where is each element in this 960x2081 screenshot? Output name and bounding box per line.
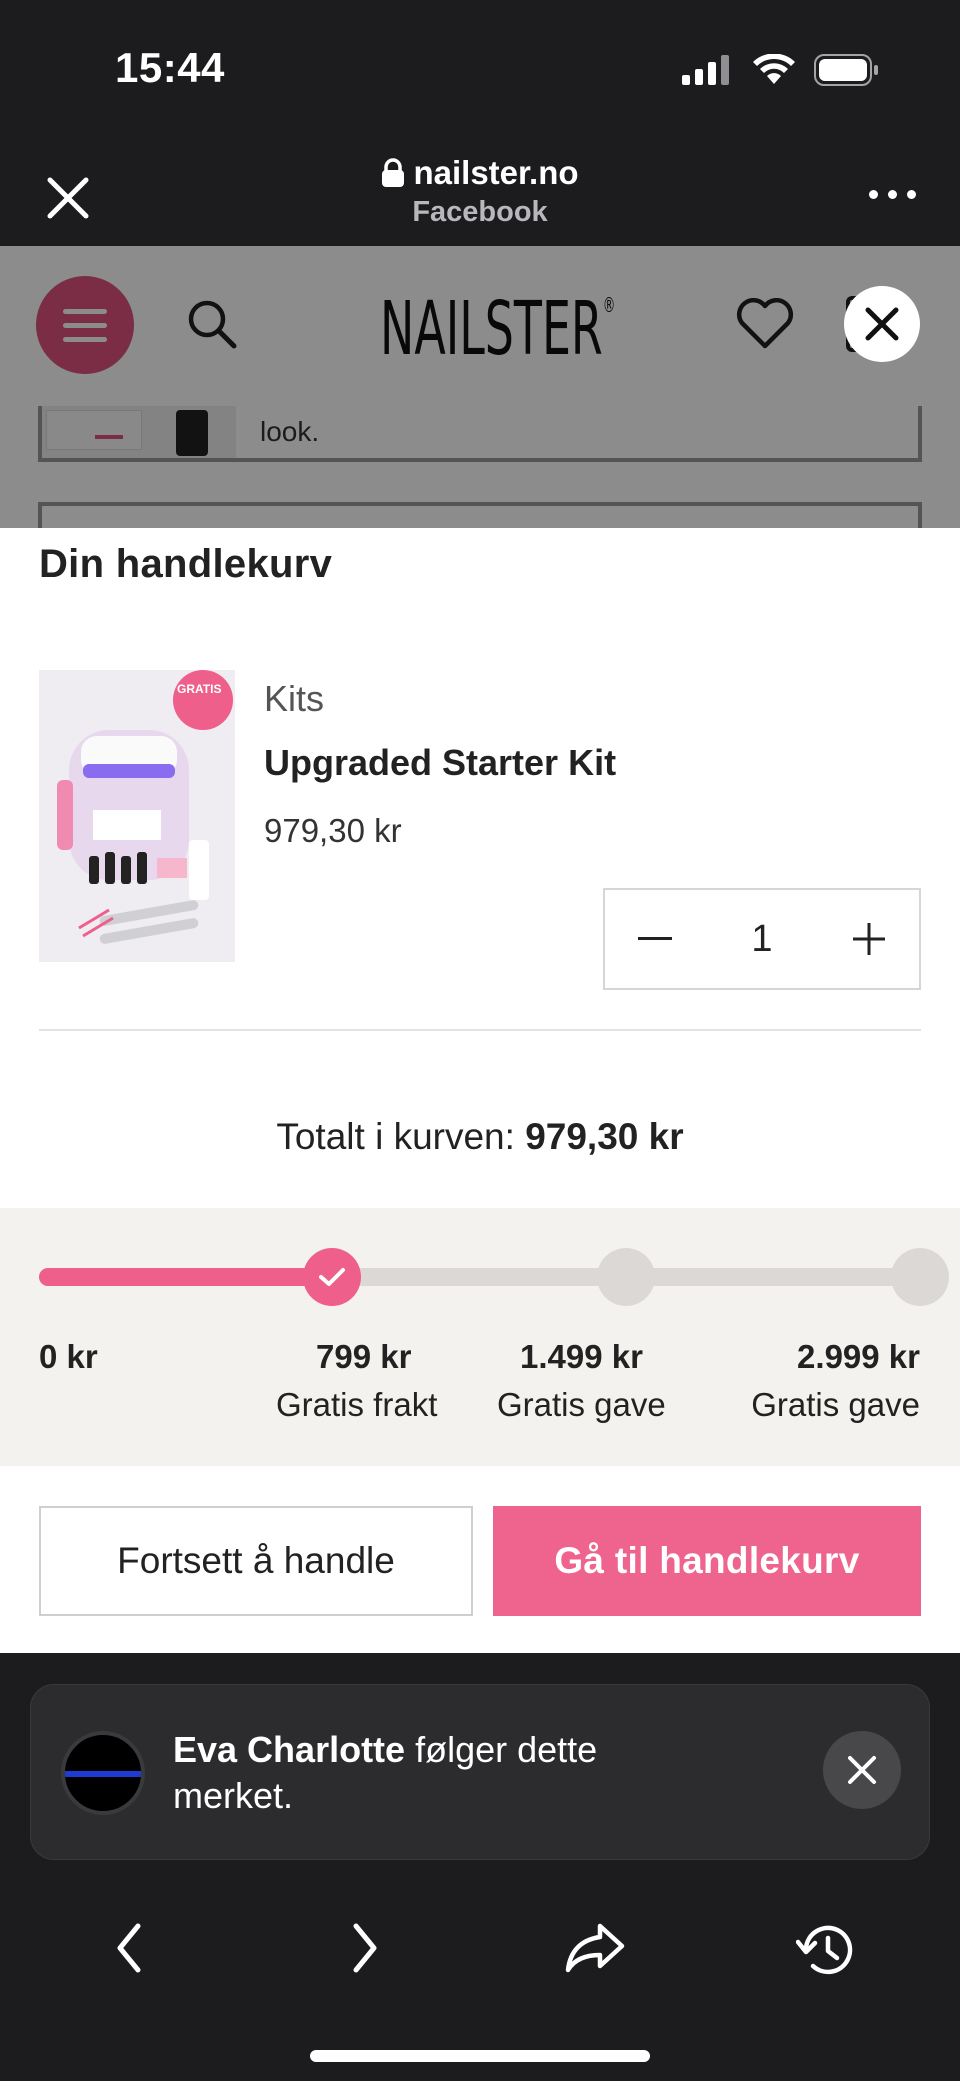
continue-shopping-button[interactable]: Fortsett å handle [39, 1506, 473, 1616]
follow-toast: Eva Charlotte følger dette merket. [30, 1684, 930, 1860]
increase-quantity-button[interactable] [819, 890, 919, 988]
go-to-cart-button[interactable]: Gå til handlekurv [493, 1506, 921, 1616]
url-text: nailster.no [413, 154, 579, 191]
url-bar[interactable]: nailster.no [0, 154, 960, 192]
total-value: 979,30 kr [525, 1116, 684, 1157]
close-icon [865, 307, 899, 341]
cart-title: Din handlekurv [39, 542, 333, 586]
battery-icon [814, 54, 878, 86]
quantity-value: 1 [751, 918, 773, 960]
product-name[interactable]: Upgraded Starter Kit [264, 742, 616, 784]
starter-kit-image [39, 670, 235, 962]
close-icon [848, 1756, 876, 1784]
back-icon[interactable] [114, 1922, 144, 1974]
milestone-dot-1499 [597, 1248, 655, 1306]
milestone-amount-0: 0 kr [39, 1338, 98, 1375]
milestone-dot-799 [303, 1248, 361, 1306]
milestone-amount-799: 799 kr [316, 1338, 412, 1375]
share-icon[interactable] [564, 1922, 626, 1974]
milestone-dot-2999 [891, 1248, 949, 1306]
browser-source: Facebook [412, 196, 548, 228]
product-price: 979,30 kr [264, 812, 402, 849]
toast-name: Eva Charlotte [173, 1729, 406, 1770]
free-shipping-progress: 0 kr 799 kr Gratis frakt 1.499 kr Gratis… [0, 1208, 960, 1466]
toast-line2: merket. [173, 1775, 294, 1816]
status-icons [682, 54, 880, 86]
status-time: 15:44 [115, 44, 225, 91]
forward-icon[interactable] [350, 1922, 380, 1974]
toast-line1: følger dette [405, 1729, 598, 1770]
product-category: Kits [264, 678, 325, 719]
milestone-label-799: Gratis frakt [276, 1386, 438, 1423]
product-badge: GRATIS [177, 682, 222, 696]
wifi-icon [753, 54, 795, 84]
home-indicator[interactable] [310, 2050, 650, 2062]
more-options-icon[interactable] [869, 190, 916, 199]
in-app-browser-header: nailster.no Facebook [0, 140, 960, 246]
decrease-quantity-button[interactable] [605, 890, 705, 988]
checkmark-icon [319, 1268, 345, 1286]
status-bar: 15:44 [0, 0, 960, 140]
signal-icon [682, 55, 729, 85]
progress-fill [39, 1268, 312, 1286]
minus-icon [638, 937, 672, 940]
site-background: NAILSTER® look. [0, 246, 960, 528]
product-image[interactable]: GRATIS [39, 670, 235, 962]
total-label: Totalt i kurven: [276, 1116, 526, 1157]
divider [39, 1029, 921, 1031]
dismiss-toast-button[interactable] [823, 1731, 901, 1809]
milestone-label-1499: Gratis gave [497, 1386, 666, 1423]
lock-icon [382, 158, 405, 187]
browser-bottom-nav [0, 1900, 960, 2000]
milestone-amount-2999: 2.999 kr [797, 1338, 920, 1375]
milestone-label-2999: Gratis gave [751, 1386, 920, 1423]
overlay-dim[interactable] [0, 246, 960, 528]
history-icon[interactable] [796, 1922, 858, 1978]
quantity-stepper: 1 [603, 888, 921, 990]
toast-message: Eva Charlotte følger dette merket. [173, 1727, 773, 1819]
avatar [61, 1731, 145, 1815]
plus-icon [853, 923, 885, 955]
cart-total: Totalt i kurven: 979,30 kr [0, 1116, 960, 1158]
milestone-amount-1499: 1.499 kr [520, 1338, 643, 1375]
close-drawer-button[interactable] [844, 286, 920, 362]
cart-drawer: Din handlekurv GRATIS Kits Upgraded Star… [0, 528, 960, 1653]
